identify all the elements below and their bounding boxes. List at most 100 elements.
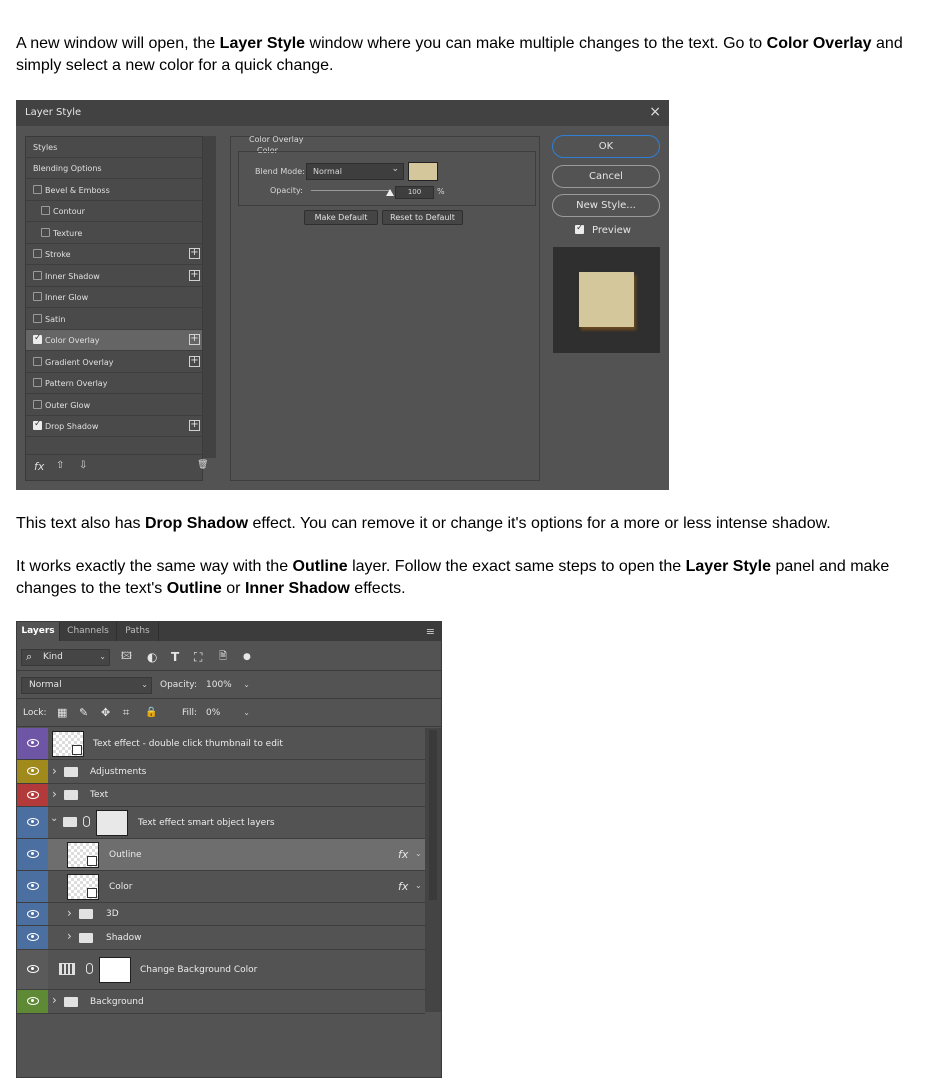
collapse-arrow-icon[interactable]: ⌄: [50, 813, 58, 824]
chevron-down-icon[interactable]: ⌄: [415, 849, 422, 858]
checkbox[interactable]: [33, 271, 42, 280]
style-item-satin[interactable]: Satin: [26, 309, 202, 330]
checkbox[interactable]: [33, 357, 42, 366]
make-default-button[interactable]: Make Default: [304, 210, 378, 225]
style-item-outer-glow[interactable]: Outer Glow: [26, 395, 202, 416]
chevron-down-icon[interactable]: ⌄: [415, 881, 422, 890]
layer-group-row[interactable]: › Background: [17, 990, 425, 1014]
layer-thumbnail[interactable]: [67, 842, 99, 868]
style-item-inner-glow[interactable]: Inner Glow: [26, 287, 202, 308]
layer-group-row[interactable]: › Text: [17, 784, 425, 807]
fx-icon[interactable]: fx: [398, 848, 408, 861]
style-item-bevel-emboss[interactable]: Bevel & Emboss: [26, 180, 202, 201]
tab-layers[interactable]: Layers: [17, 622, 60, 641]
checkbox[interactable]: [41, 228, 50, 237]
new-style-button[interactable]: New Style...: [552, 194, 660, 217]
layer-row[interactable]: Text effect - double click thumbnail to …: [17, 728, 425, 760]
styles-scrollbar[interactable]: [203, 136, 216, 458]
scrollbar-thumb[interactable]: [429, 730, 437, 900]
checkbox[interactable]: [41, 206, 50, 215]
visibility-toggle[interactable]: [17, 926, 48, 949]
expand-arrow-icon[interactable]: ›: [67, 906, 72, 920]
visibility-toggle[interactable]: [17, 807, 48, 838]
layer-group-row[interactable]: › Shadow: [17, 926, 425, 950]
blending-options-item[interactable]: Blending Options: [26, 158, 202, 179]
add-effect-icon[interactable]: +: [189, 334, 200, 345]
tab-channels[interactable]: Channels: [60, 622, 117, 641]
preview-checkbox[interactable]: [575, 223, 584, 234]
layer-group-row[interactable]: › Adjustments: [17, 760, 425, 784]
layer-group-row[interactable]: › 3D: [17, 903, 425, 926]
lock-image-icon[interactable]: ✎: [79, 707, 88, 719]
style-item-pattern-overlay[interactable]: Pattern Overlay: [26, 373, 202, 394]
opacity-slider-handle[interactable]: [386, 189, 394, 196]
trash-icon[interactable]: 🗑: [197, 460, 208, 470]
visibility-toggle[interactable]: [17, 760, 48, 783]
fill-input[interactable]: 0% ⌄: [202, 705, 254, 722]
lock-all-icon[interactable]: 🔒: [145, 707, 157, 719]
expand-arrow-icon[interactable]: ›: [67, 929, 72, 943]
reset-to-default-button[interactable]: Reset to Default: [382, 210, 463, 225]
layer-thumbnail[interactable]: [52, 731, 84, 757]
kind-filter-select[interactable]: ⌕ Kind ⌄: [21, 649, 110, 666]
style-item-color-overlay[interactable]: Color Overlay +: [26, 330, 202, 351]
visibility-toggle[interactable]: [17, 784, 48, 806]
cancel-button[interactable]: Cancel: [552, 165, 660, 188]
blend-mode-select[interactable]: Normal ⌄: [306, 163, 404, 180]
visibility-toggle[interactable]: [17, 839, 48, 870]
layer-group-row[interactable]: ⌄ Text effect smart object layers: [17, 807, 425, 839]
styles-header[interactable]: Styles: [26, 137, 202, 158]
move-up-icon[interactable]: ⇧: [56, 460, 64, 471]
visibility-toggle[interactable]: [17, 903, 48, 925]
style-item-stroke[interactable]: Stroke +: [26, 244, 202, 265]
checkbox[interactable]: [33, 292, 42, 301]
add-effect-icon[interactable]: +: [189, 420, 200, 431]
checkbox[interactable]: [33, 378, 42, 387]
blend-mode-select[interactable]: Normal ⌄: [21, 677, 152, 694]
style-item-drop-shadow[interactable]: Drop Shadow +: [26, 416, 202, 437]
checkbox-checked[interactable]: [33, 333, 42, 344]
visibility-toggle[interactable]: [17, 990, 48, 1013]
layer-thumbnail[interactable]: [67, 874, 99, 900]
layer-row[interactable]: Color fx ⌄: [17, 871, 425, 903]
move-down-icon[interactable]: ⇩: [79, 460, 87, 471]
expand-arrow-icon[interactable]: ›: [52, 787, 57, 801]
layer-row-selected[interactable]: Outline fx ⌄: [17, 839, 425, 871]
layers-scrollbar[interactable]: [425, 728, 441, 1012]
adjustment-filter-icon[interactable]: ◐: [147, 651, 157, 663]
style-item-inner-shadow[interactable]: Inner Shadow +: [26, 266, 202, 287]
add-effect-icon[interactable]: +: [189, 356, 200, 367]
visibility-toggle[interactable]: [17, 871, 48, 902]
style-item-texture[interactable]: Texture: [26, 223, 202, 244]
lock-artboard-icon[interactable]: ⌗: [123, 707, 129, 719]
add-effect-icon[interactable]: +: [189, 270, 200, 281]
checkbox[interactable]: [33, 400, 42, 409]
overlay-color-swatch[interactable]: [408, 162, 438, 181]
mask-thumbnail[interactable]: [96, 810, 128, 836]
filter-toggle-icon[interactable]: ●: [243, 651, 251, 663]
shape-filter-icon[interactable]: ⛶: [194, 651, 202, 663]
ok-button[interactable]: OK: [552, 135, 660, 158]
style-item-gradient-overlay[interactable]: Gradient Overlay +: [26, 352, 202, 373]
expand-arrow-icon[interactable]: ›: [52, 993, 57, 1007]
tab-paths[interactable]: Paths: [117, 622, 159, 641]
lock-position-icon[interactable]: ✥: [101, 707, 110, 719]
panel-menu-icon[interactable]: ≡: [426, 625, 435, 638]
visibility-toggle[interactable]: [17, 950, 48, 989]
close-icon[interactable]: ×: [649, 104, 661, 120]
smart-object-filter-icon[interactable]: 🗎: [219, 651, 227, 663]
type-filter-icon[interactable]: T: [171, 651, 179, 663]
fx-icon[interactable]: fx: [34, 460, 44, 473]
pixel-filter-icon[interactable]: 🖾: [121, 651, 132, 663]
expand-arrow-icon[interactable]: ›: [52, 764, 57, 778]
opacity-input[interactable]: 100: [395, 186, 434, 199]
checkbox[interactable]: [33, 185, 42, 194]
lock-transparent-icon[interactable]: ▦: [57, 707, 67, 719]
style-item-contour[interactable]: Contour: [26, 201, 202, 222]
mask-thumbnail[interactable]: [99, 957, 131, 983]
opacity-input[interactable]: 100% ⌄: [202, 677, 254, 694]
checkbox[interactable]: [33, 249, 42, 258]
checkbox[interactable]: [33, 314, 42, 323]
fx-icon[interactable]: fx: [398, 880, 408, 893]
opacity-slider-track[interactable]: [311, 190, 391, 191]
